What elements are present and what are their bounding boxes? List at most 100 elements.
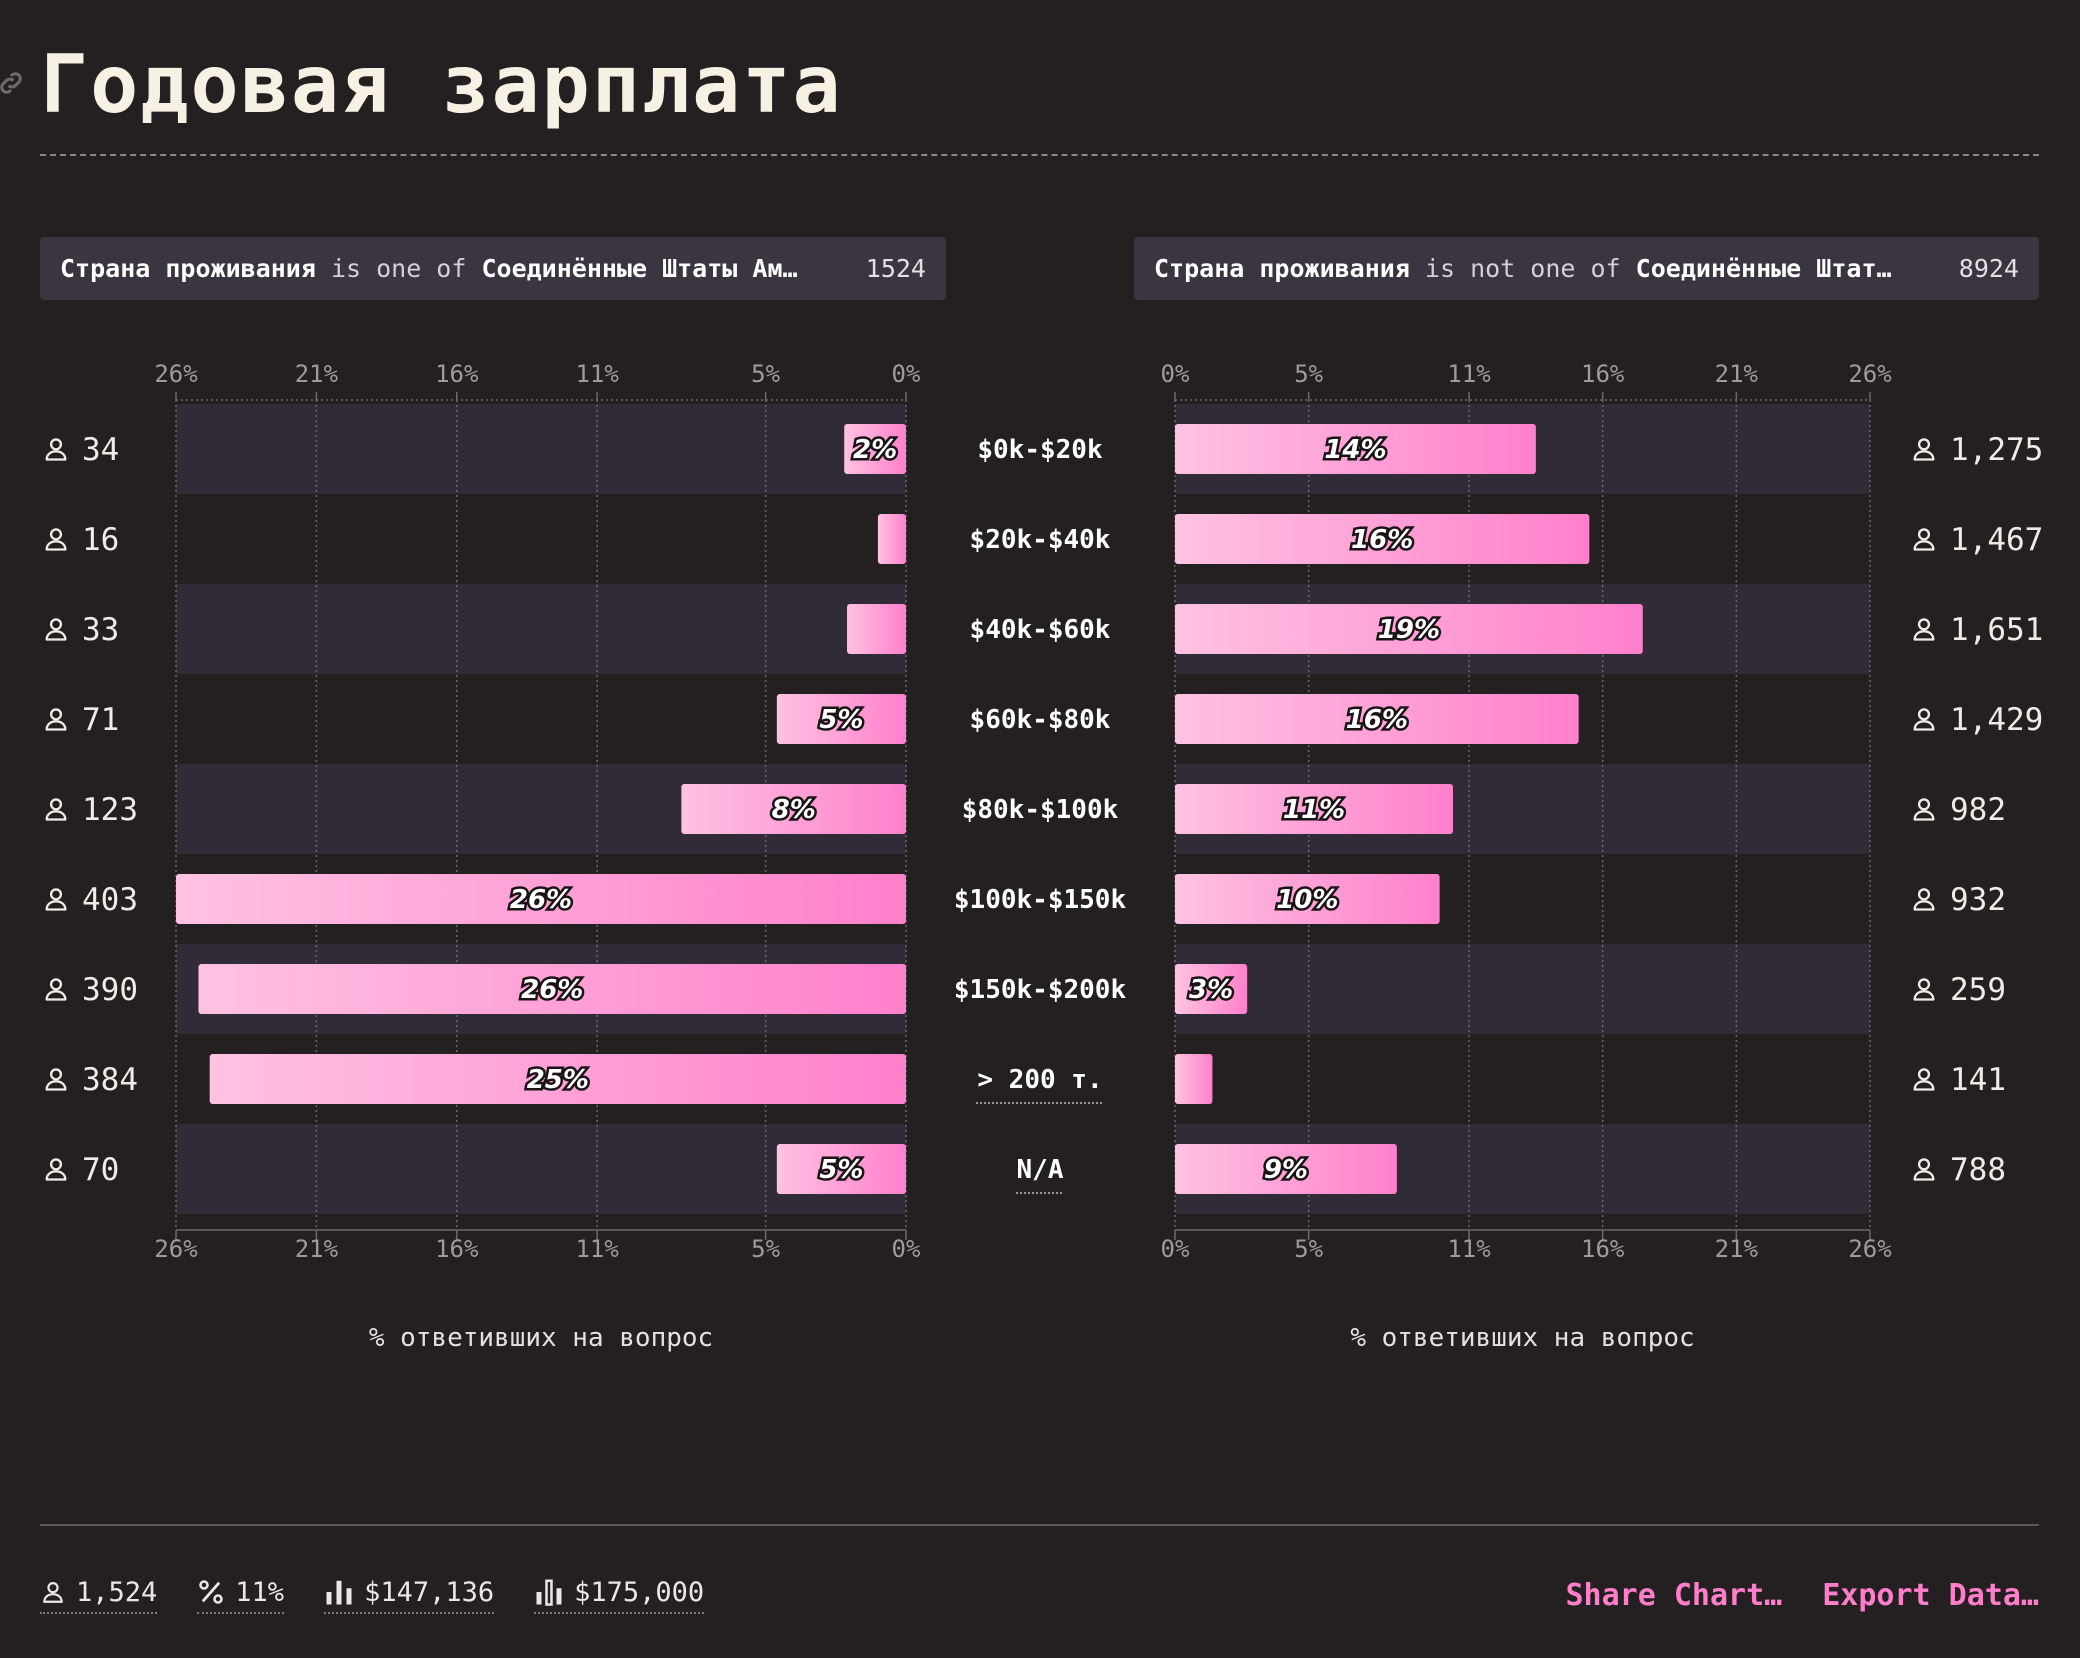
left-count-label: 34	[82, 432, 119, 468]
left-bar-label: 26%	[510, 885, 572, 915]
left-tick-label-bottom: 26%	[154, 1235, 198, 1263]
right-count-label: 932	[1950, 882, 2006, 918]
category-label: $80k-$100k	[962, 795, 1119, 825]
person-icon	[45, 438, 67, 461]
category-label: N/A	[1017, 1155, 1064, 1185]
left-tick-label-top: 0%	[892, 360, 921, 388]
right-bar-label: 10%	[1276, 885, 1338, 915]
left-tick-label-bottom: 11%	[575, 1235, 619, 1263]
category-label: $20k-$40k	[970, 525, 1111, 555]
person-icon	[45, 798, 67, 821]
right-count-label: 1,467	[1950, 522, 2043, 558]
left-bar-label: 2%	[853, 435, 897, 465]
person-icon	[1913, 978, 1935, 1001]
person-icon	[45, 1068, 67, 1091]
right-tick-label-bottom: 5%	[1294, 1235, 1323, 1263]
median-icon	[536, 1579, 562, 1606]
footer-actions: Share Chart… Export Data…	[1566, 1578, 2040, 1613]
right-tick-label-bottom: 0%	[1161, 1235, 1190, 1263]
person-icon	[45, 708, 67, 731]
footer-divider	[40, 1524, 2039, 1526]
right-tick-label-bottom: 11%	[1447, 1235, 1491, 1263]
right-bar-label: 9%	[1264, 1155, 1308, 1185]
left-bar-label: 5%	[819, 705, 863, 735]
right-count-label: 259	[1950, 972, 2006, 1008]
person-icon	[45, 1158, 67, 1181]
left-bar-label: 25%	[527, 1065, 589, 1095]
person-icon	[1913, 798, 1935, 821]
right-count-label: 982	[1950, 792, 2006, 828]
person-icon	[1913, 528, 1935, 551]
left-row-band	[176, 404, 906, 494]
stat-percent[interactable]: 11%	[197, 1577, 285, 1614]
left-bar-label: 5%	[819, 1155, 863, 1185]
left-tick-label-bottom: 16%	[435, 1235, 479, 1263]
left-count-label: 403	[82, 882, 138, 918]
left-tick-label-bottom: 5%	[751, 1235, 780, 1263]
stat-mean[interactable]: $147,136	[324, 1576, 495, 1614]
right-tick-label-bottom: 16%	[1581, 1235, 1625, 1263]
left-count-label: 390	[82, 972, 138, 1008]
left-tick-label-bottom: 21%	[295, 1235, 339, 1263]
left-bar	[877, 514, 906, 564]
left-count-label: 71	[82, 702, 119, 738]
left-count-label: 123	[82, 792, 138, 828]
left-bar-label: 26%	[521, 975, 583, 1005]
right-tick-label-top: 16%	[1581, 360, 1625, 388]
left-bar	[847, 604, 906, 654]
right-bar-label: 16%	[1346, 705, 1408, 735]
category-label: > 200 т.	[977, 1065, 1102, 1095]
right-count-label: 1,275	[1950, 432, 2043, 468]
category-label: $0k-$20k	[977, 435, 1103, 465]
left-tick-label-top: 21%	[295, 360, 339, 388]
category-label: $100k-$150k	[954, 885, 1127, 915]
salary-chart: 0% 0% 5% 5% 11% 11% 16% 16% 21% 21% 26% 26% 0% 0% 5% 5%…	[45, 360, 2043, 1353]
right-count-label: 788	[1950, 1152, 2006, 1188]
person-icon	[1913, 438, 1935, 461]
stat-respondents[interactable]: 1,524	[40, 1576, 158, 1614]
footer: 1,524 11% $147,136 $175,000 Share Chart……	[40, 1570, 2039, 1620]
person-icon	[1913, 1068, 1935, 1091]
right-tick-label-top: 11%	[1447, 360, 1491, 388]
person-icon	[1913, 708, 1935, 731]
stat-median[interactable]: $175,000	[534, 1576, 705, 1614]
right-tick-label-top: 26%	[1848, 360, 1892, 388]
person-icon	[45, 978, 67, 1001]
category-label: $40k-$60k	[970, 615, 1111, 645]
left-axis-title: % ответивших на вопрос	[369, 1323, 713, 1353]
right-bar-label: 3%	[1189, 975, 1233, 1005]
right-bar-label: 11%	[1283, 795, 1345, 825]
left-row-band	[176, 584, 906, 674]
left-tick-label-top: 26%	[154, 360, 198, 388]
person-icon	[1913, 618, 1935, 641]
share-chart-button[interactable]: Share Chart…	[1566, 1578, 1783, 1613]
category-label: $150k-$200k	[954, 975, 1127, 1005]
person-icon	[1913, 888, 1935, 911]
stat-respondents-value: 1,524	[76, 1576, 158, 1608]
stat-mean-value: $147,136	[364, 1576, 495, 1608]
right-bar	[1175, 1054, 1213, 1104]
mean-icon	[326, 1580, 352, 1605]
right-bar-label: 14%	[1324, 435, 1386, 465]
right-bar-label: 19%	[1378, 615, 1440, 645]
left-count-label: 384	[82, 1062, 138, 1098]
right-count-label: 1,429	[1950, 702, 2043, 738]
right-row-band	[1175, 944, 1870, 1034]
right-tick-label-top: 0%	[1161, 360, 1190, 388]
person-icon	[45, 888, 67, 911]
right-count-label: 1,651	[1950, 612, 2043, 648]
person-icon	[43, 1582, 63, 1603]
left-tick-label-top: 11%	[575, 360, 619, 388]
right-tick-label-bottom: 26%	[1848, 1235, 1892, 1263]
right-tick-label-bottom: 21%	[1715, 1235, 1759, 1263]
percent-icon	[199, 1580, 224, 1604]
person-icon	[45, 528, 67, 551]
right-axis-title: % ответивших на вопрос	[1350, 1323, 1694, 1353]
left-count-label: 16	[82, 522, 119, 558]
export-data-button[interactable]: Export Data…	[1822, 1578, 2039, 1613]
left-tick-label-bottom: 0%	[892, 1235, 921, 1263]
left-tick-label-top: 5%	[751, 360, 780, 388]
category-label: $60k-$80k	[970, 705, 1111, 735]
right-tick-label-top: 21%	[1715, 360, 1759, 388]
stat-median-value: $175,000	[574, 1576, 705, 1608]
